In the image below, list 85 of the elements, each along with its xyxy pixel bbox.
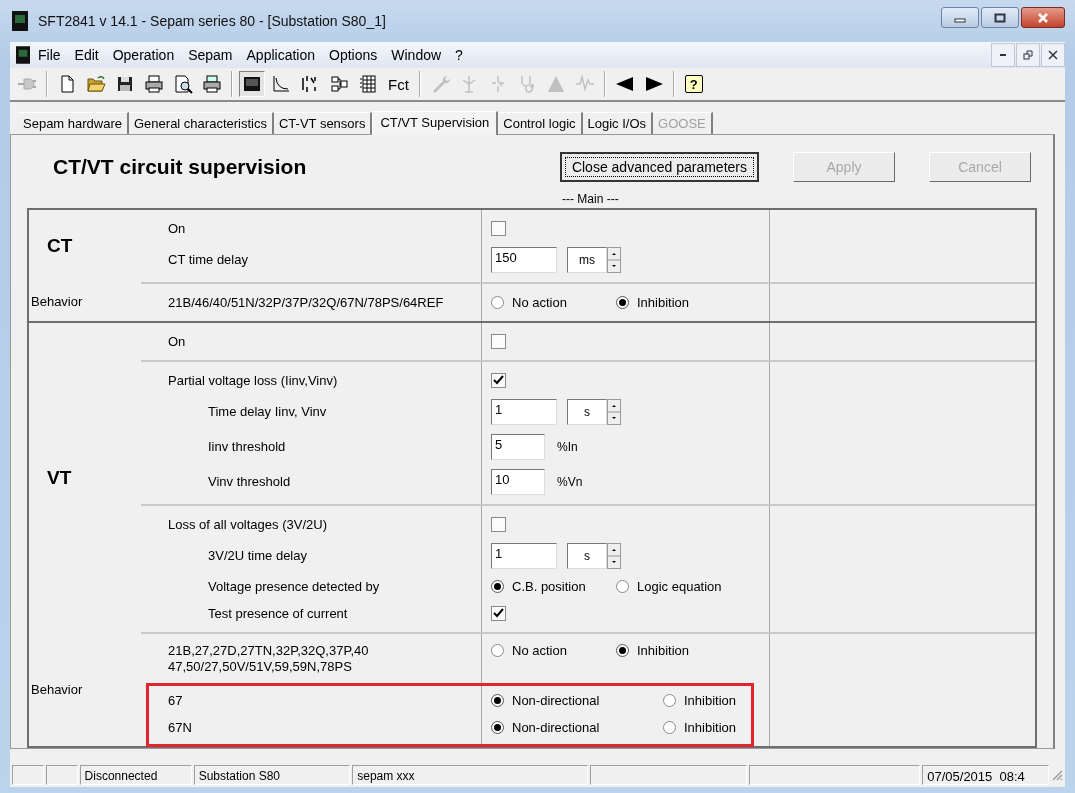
status-text: Disconnected [79,765,192,785]
menu-item[interactable]: Options [323,45,384,65]
field-label: On [168,333,186,349]
field-label: Partial voltage loss (Iinv,Vinv) [168,372,338,388]
toolbar-button[interactable]: Fct [384,71,413,97]
status-text: sepam xxx [352,765,589,785]
radio-button[interactable]: Inhibition [616,295,690,310]
status-clock: 07/05/2015 08:4 [922,765,1050,785]
radio-button[interactable]: No action [491,295,567,310]
checkbox[interactable] [491,373,506,388]
number-field[interactable]: 10 [491,468,545,495]
unit-field[interactable]: s [567,398,607,425]
document-icon[interactable] [16,46,30,64]
maximize-icon [994,12,1006,23]
status-pane [45,765,78,785]
help-button[interactable]: ? [684,75,703,93]
window-title: SFT2841 v 14.1 - Sepam series 80 - [Substation S80_1] [38,13,386,29]
group-label: Behavior [31,681,83,697]
monitor-icon[interactable] [239,71,265,97]
tab[interactable]: Logic I/Os [582,112,654,134]
checkbox[interactable] [491,606,506,621]
field-label: CT time delay [168,251,248,267]
tab[interactable]: CT-VT sensors [273,112,373,134]
restore-icon [1023,50,1033,60]
section-heading: CT [47,235,73,257]
unit-field[interactable]: ms [567,246,607,273]
close-icon [1048,50,1058,60]
status-text: Substation S80 [193,765,351,785]
action-button[interactable]: Close advanced parameters [559,152,759,183]
field-label: Vinv threshold [208,473,291,489]
spinner-control[interactable] [607,542,621,569]
field-label: 21B/46/40/51N/32P/37P/32Q/67N/78PS/64REF [168,294,444,310]
radio-button[interactable]: Logic equation [616,579,722,594]
checkbox[interactable] [491,221,506,236]
tab[interactable]: General characteristics [129,112,274,134]
function-list-label: 21B,27,27D,27TN,32P,32Q,37P,40 47,50/27,50V/51V,59,59N,78PS [168,643,369,674]
spinner-control[interactable] [607,398,621,425]
section-heading: VT [47,466,72,489]
menu-item[interactable]: Edit [68,45,105,65]
number-field[interactable]: 1 [491,398,557,425]
menu-item[interactable]: ? [449,45,469,65]
field-label: Voltage presence detected by [208,578,380,594]
field-label: 67N [168,719,192,735]
radio-button[interactable]: Non-directional [491,720,600,735]
field-label: Test presence of current [208,605,348,621]
unit-label: %Vn [557,474,583,489]
field-label: Loss of all voltages (3V/2U) [168,516,327,532]
menu-item[interactable]: Sepam [182,45,239,65]
tab[interactable]: Sepam hardware [18,112,129,134]
field-label: Time delay Iinv, Vinv [208,403,327,419]
minimize-button[interactable] [991,43,1015,67]
radio-button[interactable]: Inhibition [663,720,737,735]
unit-field[interactable]: s [567,542,607,569]
radio-button[interactable]: Inhibition [663,693,737,708]
number-field[interactable]: 1 [491,542,557,569]
spinner-control[interactable] [607,246,621,273]
close-icon [1037,12,1049,23]
field-label: 67 [168,692,183,708]
app-icon [12,11,28,31]
maximize-button[interactable] [981,7,1019,28]
checkbox[interactable] [491,517,506,532]
number-field[interactable]: 150 [491,246,557,273]
minimize-icon [1000,54,1006,56]
unit-label: %In [557,439,578,454]
radio-button[interactable]: Non-directional [491,693,600,708]
tab[interactable]: CT/VT Supervision [372,111,499,135]
close-button[interactable] [1021,7,1065,28]
menu-item[interactable]: File [32,45,67,65]
number-field[interactable]: 5 [491,433,545,460]
page-title: CT/VT circuit supervision [53,155,307,180]
radio-button[interactable]: Inhibition [616,643,690,658]
radio-button[interactable]: No action [491,643,567,658]
group-label: Behavior [31,294,83,309]
status-pane [12,765,44,785]
tab[interactable]: Control logic [498,112,583,134]
field-label: 3V/2U time delay [208,547,307,563]
resize-grip-icon[interactable] [1051,769,1063,781]
field-label: On [168,220,186,236]
menu-item[interactable]: Window [385,45,448,65]
menu-item[interactable]: Operation [106,45,181,65]
checkbox[interactable] [491,334,506,349]
field-label: Iinv threshold [208,438,286,454]
radio-button[interactable]: C.B. position [491,579,586,594]
menu-item[interactable]: Application [240,45,322,65]
section-caption: --- Main --- [562,191,619,206]
